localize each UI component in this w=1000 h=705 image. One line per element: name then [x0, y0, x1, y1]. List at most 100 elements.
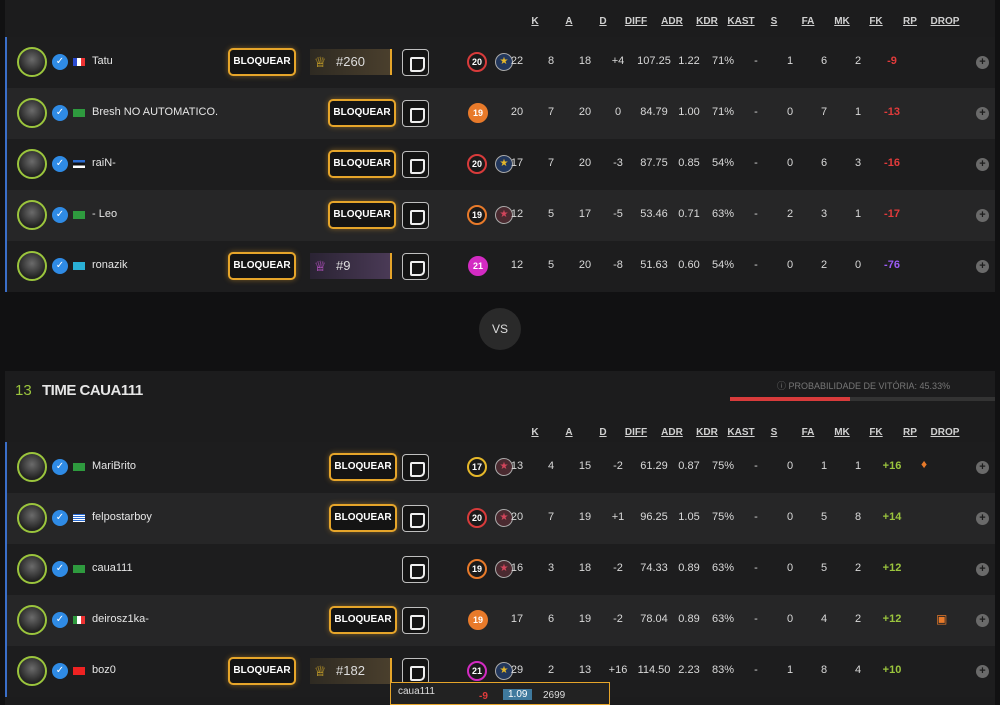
note-icon[interactable] [402, 505, 429, 532]
expand-icon[interactable]: + [976, 209, 989, 222]
stat-diff: +4 [611, 55, 625, 67]
expand-icon[interactable]: + [976, 107, 989, 120]
block-button[interactable]: BLOQUEAR [329, 504, 397, 532]
block-button[interactable]: BLOQUEAR [228, 657, 296, 685]
case-icon: ▣ [936, 612, 948, 626]
stat-adr: 51.63 [640, 259, 668, 271]
player-row[interactable]: ✓ caua111 19 ★ 16 3 18 -2 74.33 0.89 63% -0 5 2 +12 + [5, 544, 995, 595]
level-icon: 21 [468, 256, 488, 276]
player-avatar[interactable] [17, 452, 47, 482]
expand-icon[interactable]: + [976, 56, 989, 69]
flag-icon [73, 58, 85, 66]
expand-icon[interactable]: + [976, 563, 989, 576]
expand-icon[interactable]: + [976, 260, 989, 273]
player-avatar[interactable] [17, 98, 47, 128]
win-probability-bar [730, 397, 995, 401]
column-header-rp[interactable]: RP [890, 427, 930, 438]
player-avatar[interactable] [17, 503, 47, 533]
player-name[interactable]: boz0 [92, 664, 116, 676]
stat-rp: +12 [882, 613, 902, 625]
verified-icon: ✓ [52, 612, 68, 628]
player-row[interactable]: ✓ deirosz1ka- BLOQUEAR 19 17 6 19 -2 78.04 0.89 63… [5, 595, 995, 646]
note-icon[interactable] [402, 607, 429, 634]
expand-icon[interactable]: + [976, 614, 989, 627]
player-avatar[interactable] [17, 605, 47, 635]
note-icon[interactable] [402, 556, 429, 583]
level-icon: 17 [467, 457, 487, 477]
player-name[interactable]: raiN- [92, 157, 116, 169]
stat-diff: -2 [613, 460, 623, 472]
win-probability-label: ⓘ PROBABILIDADE DE VITÓRIA: 45.33% [777, 381, 951, 391]
column-header-drop[interactable]: DROP [925, 16, 965, 27]
player-name[interactable]: Bresh NO AUTOMATICO. [92, 106, 218, 118]
block-button[interactable]: BLOQUEAR [328, 150, 396, 178]
stat-adr: 96.25 [640, 511, 668, 523]
level-icon: 20 [467, 508, 487, 528]
player-avatar[interactable] [17, 149, 47, 179]
column-header-adr[interactable]: ADR [652, 16, 692, 27]
player-avatar[interactable] [17, 47, 47, 77]
player-name[interactable]: deirosz1ka- [92, 613, 149, 625]
level-icon: 20 [467, 154, 487, 174]
column-header-rp[interactable]: RP [890, 16, 930, 27]
player-row[interactable]: ✓ raiN- BLOQUEAR 20 ★ 17 7 20 -3 87.75 0.85 54% -0 6 3… [5, 139, 995, 190]
stat-rp: +12 [882, 562, 902, 574]
note-icon[interactable] [402, 151, 429, 178]
vs-badge: VS [479, 308, 521, 350]
note-icon[interactable] [402, 100, 429, 127]
expand-icon[interactable]: + [976, 665, 989, 678]
column-header-diff[interactable]: DIFF [616, 16, 656, 27]
level-icon: 19 [467, 205, 487, 225]
player-name[interactable]: ronazik [92, 259, 127, 271]
column-header-drop[interactable]: DROP [925, 427, 965, 438]
note-icon[interactable] [402, 454, 429, 481]
note-icon[interactable] [402, 253, 429, 280]
verified-icon: ✓ [52, 105, 68, 121]
player-row[interactable]: ✓ MariBrito BLOQUEAR 17 ★ 13 4 15 -2 61.29 0.87 75%… [5, 442, 995, 493]
player-avatar[interactable] [17, 554, 47, 584]
note-icon[interactable] [402, 658, 429, 685]
player-row[interactable]: ✓ Tatu BLOQUEAR ♕ #260 20 ★ 22 8 18 +4 107.25 1.22 71… [5, 37, 995, 88]
player-avatar[interactable] [17, 200, 47, 230]
verified-icon: ✓ [52, 663, 68, 679]
block-button[interactable]: BLOQUEAR [329, 453, 397, 481]
block-button[interactable]: BLOQUEAR [228, 252, 296, 280]
tooltip-rp: -9 [479, 691, 488, 702]
verified-icon: ✓ [52, 54, 68, 70]
flag-icon [73, 667, 85, 675]
note-icon[interactable] [402, 49, 429, 76]
flag-icon [73, 211, 85, 219]
column-header-diff[interactable]: DIFF [616, 427, 656, 438]
player-row[interactable]: ✓ felpostarboy BLOQUEAR 20 ★ 20 7 19 +1 96.25 1.05… [5, 493, 995, 544]
block-button[interactable]: BLOQUEAR [228, 48, 296, 76]
team2-name: TIME CAUA111 [42, 382, 143, 399]
stat-diff: -5 [613, 208, 623, 220]
stat-diff: -3 [613, 157, 623, 169]
column-header-adr[interactable]: ADR [652, 427, 692, 438]
expand-icon[interactable]: + [976, 512, 989, 525]
player-name[interactable]: - Leo [92, 208, 117, 220]
stat-rp: -76 [884, 259, 900, 271]
block-button[interactable]: BLOQUEAR [329, 606, 397, 634]
player-hover-tooltip: caua111 -9 1.09 2699 [390, 682, 610, 705]
level-icon: 19 [468, 103, 488, 123]
player-row[interactable]: ✓ ronazik BLOQUEAR ♕ #9 21 12 5 20 -8 51.63 0.60 54%… [5, 241, 995, 292]
player-row[interactable]: ✓ Bresh NO AUTOMATICO. BLOQUEAR 19 20 7 20 0 84.… [5, 88, 995, 139]
player-name[interactable]: caua111 [92, 562, 133, 574]
player-name[interactable]: Tatu [92, 55, 113, 67]
player-avatar[interactable] [17, 656, 47, 686]
player-name[interactable]: felpostarboy [92, 511, 152, 523]
stat-adr: 53.46 [640, 208, 668, 220]
stat-adr: 114.50 [637, 664, 671, 676]
expand-icon[interactable]: + [976, 461, 989, 474]
rank-badge: ♕ #9 [310, 253, 392, 279]
block-button[interactable]: BLOQUEAR [328, 99, 396, 127]
player-row[interactable]: ✓ - Leo BLOQUEAR 19 ★ 12 5 17 -5 53.46 0.71 63% -2 3 1… [5, 190, 995, 241]
stat-adr: 107.25 [637, 55, 671, 67]
block-button[interactable]: BLOQUEAR [328, 201, 396, 229]
rank-label: #182 [336, 663, 365, 678]
note-icon[interactable] [402, 202, 429, 229]
expand-icon[interactable]: + [976, 158, 989, 171]
player-avatar[interactable] [17, 251, 47, 281]
player-name[interactable]: MariBrito [92, 460, 136, 472]
